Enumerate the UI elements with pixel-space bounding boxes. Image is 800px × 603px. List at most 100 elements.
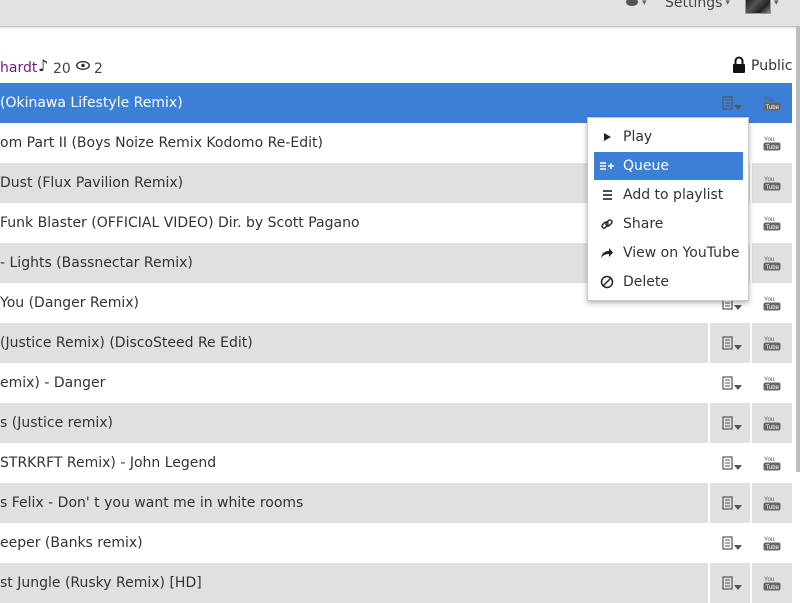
svg-text:Tube: Tube xyxy=(766,505,780,511)
link-icon xyxy=(601,219,613,229)
youtube-icon: You Tube xyxy=(763,177,781,191)
track-menu-icon xyxy=(722,96,742,110)
track-row[interactable]: s (Justice remix) You Tube xyxy=(0,403,792,443)
track-menu-icon xyxy=(722,496,742,510)
youtube-button[interactable]: You Tube xyxy=(752,243,792,283)
track-context-menu: Play Queue Add to playlist Share View on You… xyxy=(587,117,749,301)
menu-item-play[interactable]: Play xyxy=(594,123,743,151)
youtube-button[interactable]: You Tube xyxy=(752,323,792,363)
queue-icon xyxy=(600,162,614,170)
track-row[interactable]: emix) - Danger You Tube xyxy=(0,363,792,403)
playlist-header: hardt ♪ 20 2 Public xyxy=(0,56,800,80)
track-title[interactable]: st Jungle (Rusky Remix) [HD] xyxy=(0,563,708,603)
youtube-button[interactable]: You Tube xyxy=(752,403,792,443)
youtube-button[interactable]: You Tube xyxy=(752,163,792,203)
lock-icon[interactable] xyxy=(732,56,746,74)
svg-text:You: You xyxy=(764,377,774,383)
eye-icon xyxy=(76,61,90,70)
track-title[interactable]: eeper (Banks remix) xyxy=(0,523,708,563)
menu-item-queue[interactable]: Queue xyxy=(594,152,743,180)
track-menu-icon xyxy=(722,336,742,350)
track-title[interactable]: emix) - Danger xyxy=(0,363,708,403)
youtube-icon: You Tube xyxy=(763,137,781,151)
youtube-icon: You Tube xyxy=(763,537,781,551)
menu-item-share[interactable]: Share xyxy=(594,210,743,238)
youtube-button[interactable]: You Tube xyxy=(752,363,792,403)
svg-text:You: You xyxy=(764,217,774,223)
track-title[interactable]: STRKRFT Remix) - John Legend xyxy=(0,443,708,483)
youtube-icon: You Tube xyxy=(763,377,781,391)
settings-menu[interactable]: Settings ▾ xyxy=(665,0,730,11)
avatar-menu-caret[interactable]: ▾ xyxy=(771,0,779,11)
music-note-icon: ♪ xyxy=(38,56,49,75)
svg-text:You: You xyxy=(764,137,774,143)
playlist-owner-link[interactable]: hardt xyxy=(0,60,37,76)
svg-text:You: You xyxy=(764,257,774,263)
youtube-button[interactable]: You Tube xyxy=(752,283,792,323)
avatar[interactable] xyxy=(745,0,771,14)
track-menu-button[interactable] xyxy=(710,563,750,603)
track-row[interactable]: s Felix - Don' t you want me in white ro… xyxy=(0,483,792,523)
svg-text:Tube: Tube xyxy=(766,585,780,591)
track-menu-button[interactable] xyxy=(710,363,750,403)
svg-text:You: You xyxy=(764,417,774,423)
track-menu-icon xyxy=(722,456,742,470)
youtube-button[interactable]: You Tube xyxy=(752,483,792,523)
youtube-button[interactable]: You Tube xyxy=(752,203,792,243)
svg-text:Tube: Tube xyxy=(766,145,780,151)
youtube-icon: You Tube xyxy=(763,297,781,311)
track-row[interactable]: (Justice Remix) (DiscoSteed Re Edit) You T… xyxy=(0,323,792,363)
track-row[interactable]: STRKRFT Remix) - John Legend You Tube xyxy=(0,443,792,483)
notifications-menu[interactable]: ▾ xyxy=(625,0,647,11)
svg-text:Tube: Tube xyxy=(766,105,780,111)
privacy-toggle[interactable]: Public xyxy=(751,58,792,74)
youtube-button[interactable]: You Tube xyxy=(752,443,792,483)
track-row[interactable]: eeper (Banks remix) You Tube xyxy=(0,523,792,563)
play-icon xyxy=(604,133,611,141)
track-menu-icon xyxy=(722,576,742,590)
svg-text:Tube: Tube xyxy=(766,225,780,231)
view-count: 2 xyxy=(94,61,103,77)
menu-item-label: Add to playlist xyxy=(623,187,724,203)
track-menu-button[interactable] xyxy=(710,403,750,443)
youtube-icon: You Tube xyxy=(763,337,781,351)
track-row[interactable]: st Jungle (Rusky Remix) [HD] You Tube xyxy=(0,563,792,603)
svg-text:Tube: Tube xyxy=(766,345,780,351)
list-icon xyxy=(603,190,612,200)
track-menu-button[interactable] xyxy=(710,323,750,363)
track-count: 20 xyxy=(53,61,71,77)
track-title[interactable]: s (Justice remix) xyxy=(0,403,708,443)
svg-text:Tube: Tube xyxy=(766,265,780,271)
svg-text:Tube: Tube xyxy=(766,185,780,191)
track-title[interactable]: (Justice Remix) (DiscoSteed Re Edit) xyxy=(0,323,708,363)
youtube-button[interactable]: You Tube xyxy=(752,83,792,123)
menu-item-label: Delete xyxy=(623,274,669,290)
svg-text:Tube: Tube xyxy=(766,545,780,551)
menu-item-label: Queue xyxy=(623,158,669,174)
track-menu-button[interactable] xyxy=(710,523,750,563)
youtube-icon: You Tube xyxy=(763,577,781,591)
track-menu-button[interactable] xyxy=(710,483,750,523)
track-title[interactable]: s Felix - Don' t you want me in white ro… xyxy=(0,483,708,523)
menu-item-label: Play xyxy=(623,129,653,145)
youtube-button[interactable]: You Tube xyxy=(752,523,792,563)
svg-text:You: You xyxy=(764,297,774,303)
menu-item-label: Share xyxy=(623,216,664,232)
youtube-icon: You Tube xyxy=(763,217,781,231)
track-menu-icon xyxy=(722,376,742,390)
svg-text:You: You xyxy=(764,177,774,183)
track-menu-button[interactable] xyxy=(710,443,750,483)
svg-text:Tube: Tube xyxy=(766,305,780,311)
youtube-icon: You Tube xyxy=(763,97,781,111)
svg-text:You: You xyxy=(764,457,774,463)
youtube-button[interactable]: You Tube xyxy=(752,123,792,163)
scrollbar[interactable] xyxy=(796,26,800,472)
menu-item-delete[interactable]: Delete xyxy=(594,268,743,296)
menu-item-view-on-youtube[interactable]: View on YouTube xyxy=(594,239,743,267)
top-bar: ▾ Settings ▾ ▾ xyxy=(0,0,800,27)
svg-text:You: You xyxy=(764,577,774,583)
youtube-icon: You Tube xyxy=(763,457,781,471)
track-menu-icon xyxy=(722,536,742,550)
youtube-button[interactable]: You Tube xyxy=(752,563,792,603)
menu-item-add-to-playlist[interactable]: Add to playlist xyxy=(594,181,743,209)
